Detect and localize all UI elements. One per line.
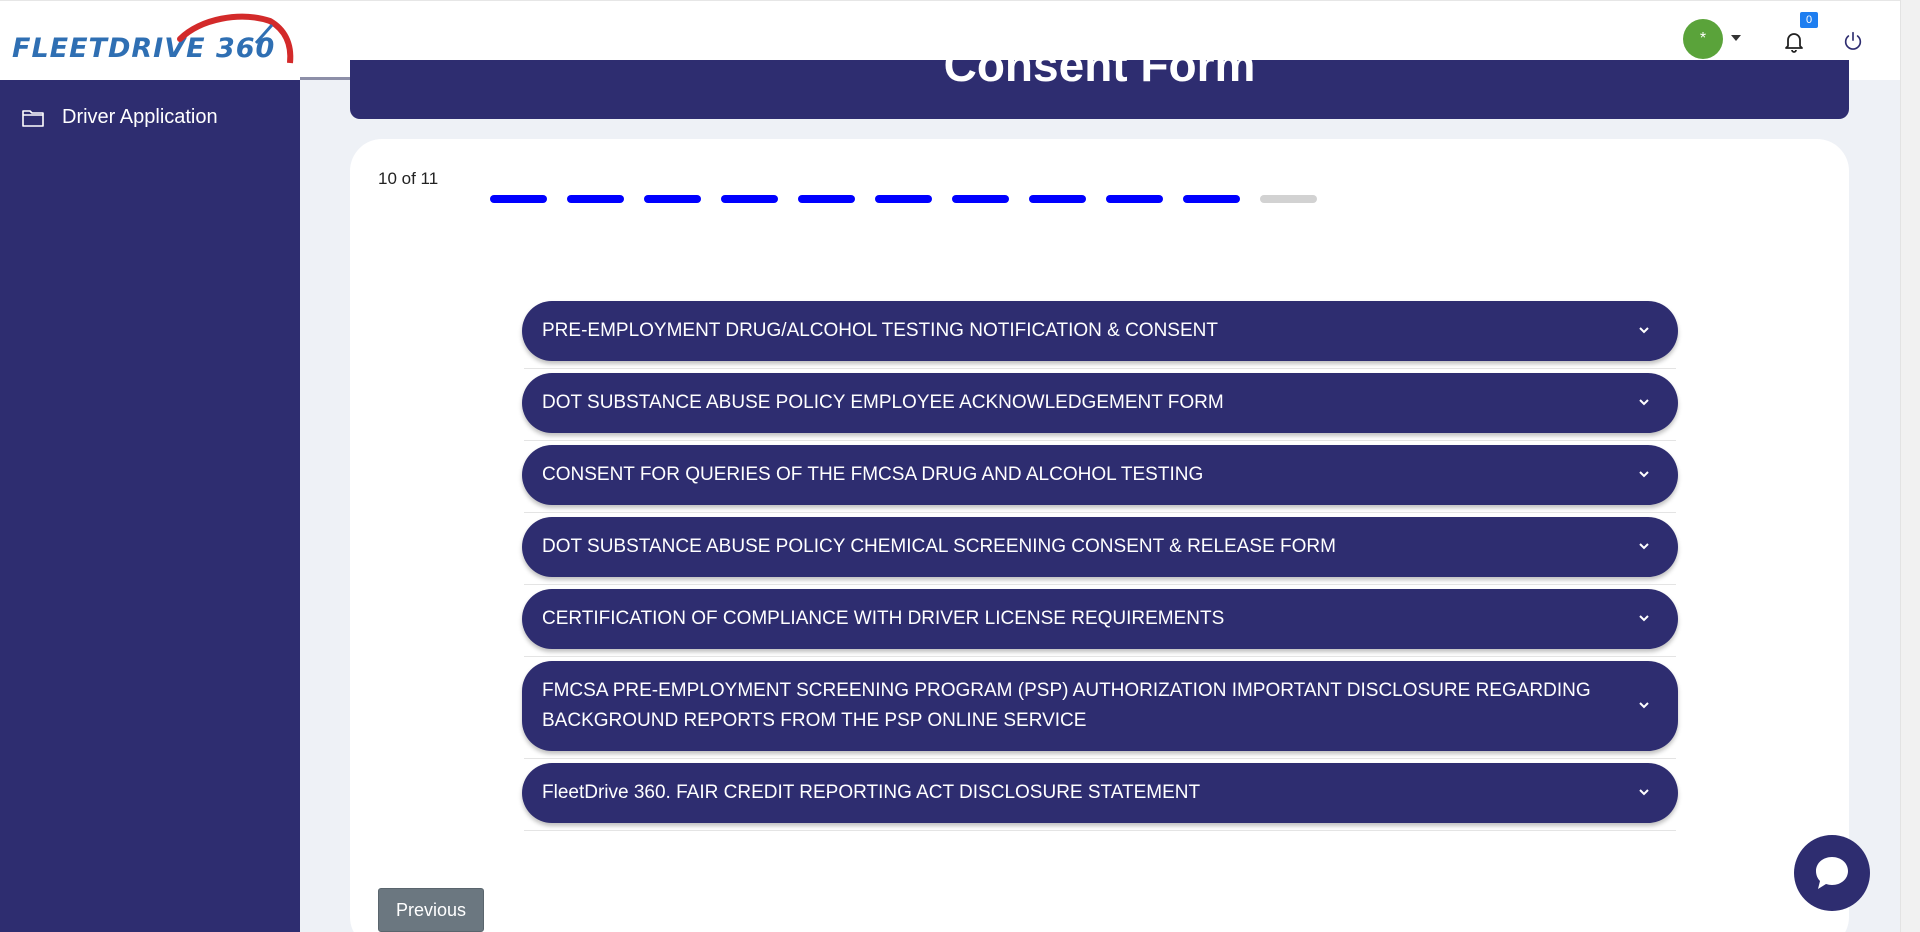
progress-step-pending — [1260, 195, 1317, 203]
accordion-drug-alcohol-testing[interactable]: PRE-EMPLOYMENT DRUG/ALCOHOL TESTING NOTI… — [522, 301, 1678, 369]
accordion-label: FMCSA PRE-EMPLOYMENT SCREENING PROGRAM (… — [542, 680, 1591, 731]
chat-bubble-icon — [1816, 857, 1848, 889]
chevron-down-icon — [1639, 543, 1649, 550]
progress-step-complete — [567, 195, 624, 203]
sidebar-item-label: Driver Application — [62, 106, 218, 128]
progress-step-complete — [1183, 195, 1240, 203]
page-title: Consent Form — [943, 60, 1256, 91]
scrollbar-track[interactable] — [1900, 0, 1920, 932]
avatar[interactable]: * — [1683, 19, 1723, 59]
accordion-label: CERTIFICATION OF COMPLIANCE WITH DRIVER … — [542, 608, 1225, 629]
power-icon[interactable] — [1842, 30, 1864, 52]
sidebar: Driver Application — [0, 80, 300, 932]
chevron-down-icon — [1639, 399, 1649, 406]
sidebar-item-driver-application[interactable]: Driver Application — [22, 106, 218, 129]
step-counter: 10 of 11 — [378, 169, 439, 188]
page-title-banner: Consent Form — [350, 60, 1849, 119]
bell-icon[interactable] — [1782, 29, 1806, 53]
accordion-employee-acknowledgement[interactable]: DOT SUBSTANCE ABUSE POLICY EMPLOYEE ACKN… — [522, 373, 1678, 441]
consent-sections: PRE-EMPLOYMENT DRUG/ALCOHOL TESTING NOTI… — [522, 301, 1678, 835]
step-progress — [490, 195, 1317, 203]
chevron-down-icon — [1639, 327, 1649, 334]
progress-step-complete — [721, 195, 778, 203]
accordion-license-compliance[interactable]: CERTIFICATION OF COMPLIANCE WITH DRIVER … — [522, 589, 1678, 657]
form-card: 10 of 11 PRE-EMPLOYMENT DRUG/ALCOHOL TES… — [350, 139, 1849, 932]
accordion-label: DOT SUBSTANCE ABUSE POLICY EMPLOYEE ACKN… — [542, 392, 1224, 413]
fleetdrive-logo[interactable]: FLEETDRIVE 360 — [10, 13, 300, 71]
chevron-down-icon — [1639, 702, 1649, 709]
accordion-psp-authorization[interactable]: FMCSA PRE-EMPLOYMENT SCREENING PROGRAM (… — [522, 661, 1678, 759]
accordion-fmcsa-queries-consent[interactable]: CONSENT FOR QUERIES OF THE FMCSA DRUG AN… — [522, 445, 1678, 513]
progress-step-complete — [875, 195, 932, 203]
previous-button[interactable]: Previous — [378, 888, 484, 932]
chat-launcher-button[interactable] — [1794, 835, 1870, 911]
accordion-label: CONSENT FOR QUERIES OF THE FMCSA DRUG AN… — [542, 464, 1204, 485]
progress-step-complete — [644, 195, 701, 203]
progress-step-complete — [490, 195, 547, 203]
chevron-down-icon[interactable] — [1731, 35, 1741, 41]
progress-step-complete — [1106, 195, 1163, 203]
notification-badge: 0 — [1800, 12, 1818, 28]
chevron-down-icon — [1639, 471, 1649, 478]
chevron-down-icon — [1639, 615, 1649, 622]
accordion-chemical-screening-consent[interactable]: DOT SUBSTANCE ABUSE POLICY CHEMICAL SCRE… — [522, 517, 1678, 585]
accordion-label: DOT SUBSTANCE ABUSE POLICY CHEMICAL SCRE… — [542, 536, 1336, 557]
folder-icon — [22, 109, 44, 127]
chevron-down-icon — [1639, 789, 1649, 796]
accordion-label: FleetDrive 360. FAIR CREDIT REPORTING AC… — [542, 782, 1201, 803]
progress-step-complete — [1029, 195, 1086, 203]
progress-step-complete — [798, 195, 855, 203]
accordion-fair-credit-reporting[interactable]: FleetDrive 360. FAIR CREDIT REPORTING AC… — [522, 763, 1678, 831]
speedometer-logo-icon — [177, 13, 294, 64]
accordion-label: PRE-EMPLOYMENT DRUG/ALCOHOL TESTING NOTI… — [542, 320, 1218, 341]
progress-step-complete — [952, 195, 1009, 203]
